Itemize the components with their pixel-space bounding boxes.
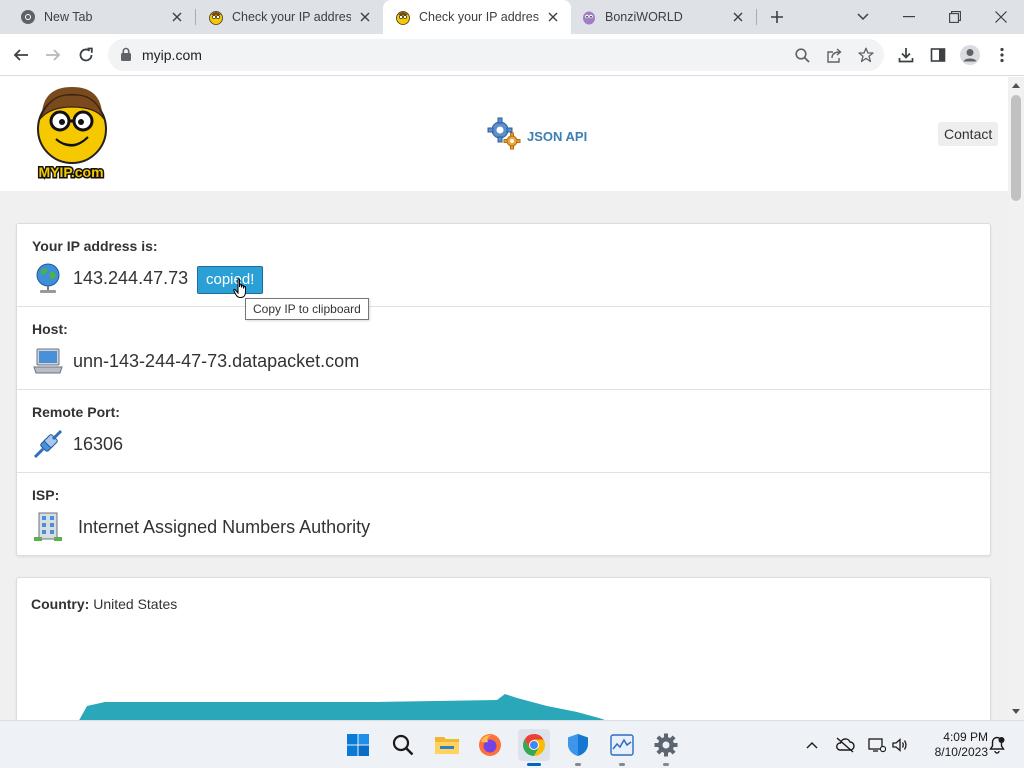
json-api-link[interactable]: JSON API: [487, 117, 587, 156]
page-scrollbar[interactable]: [1008, 77, 1024, 720]
tab-title: Check your IP address: [419, 10, 539, 24]
side-panel-button[interactable]: [922, 39, 954, 71]
ip-info-card: Your IP address is: 143.244.47.73 copied…: [16, 223, 991, 556]
hand-cursor-icon: [233, 278, 249, 305]
show-hidden-icons-chevron-icon[interactable]: [802, 735, 822, 755]
site-header: MYIP.com JSON API Contact: [0, 77, 1008, 191]
country-value: United States: [93, 596, 178, 612]
task-manager-icon[interactable]: [606, 729, 638, 766]
isp-row: ISP: Internet Assigned Numbers Authority: [17, 473, 990, 556]
search-icon[interactable]: [387, 729, 419, 761]
tab-strip: New Tab Check your IP address | Check yo…: [0, 0, 1024, 34]
tab-title: Check your IP address |: [232, 10, 351, 24]
tab-title: BonziWORLD: [605, 10, 683, 24]
country-card: Country: United States: [16, 577, 991, 720]
new-tab-button[interactable]: [757, 0, 797, 34]
share-icon[interactable]: [824, 45, 844, 65]
zoom-search-icon[interactable]: [792, 45, 812, 65]
host-label: Host:: [32, 321, 68, 337]
tab-new-tab[interactable]: New Tab: [0, 0, 195, 34]
running-app-indicator: [663, 763, 669, 766]
port-label: Remote Port:: [32, 404, 120, 420]
tab-check-ip-1[interactable]: Check your IP address |: [188, 0, 383, 34]
browser-toolbar: myip.com: [0, 34, 1024, 76]
ip-row: Your IP address is: 143.244.47.73 copied…: [17, 224, 990, 320]
forward-button[interactable]: [37, 39, 69, 71]
building-icon: [32, 511, 64, 543]
country-map: [77, 684, 617, 720]
file-explorer-icon[interactable]: [431, 729, 463, 761]
volume-icon[interactable]: [890, 735, 910, 755]
running-app-indicator: [619, 763, 625, 766]
notification-bell-icon[interactable]: [987, 735, 1007, 755]
chrome-icon: [20, 9, 36, 25]
network-icon[interactable]: [867, 735, 887, 755]
isp-value: Internet Assigned Numbers Authority: [78, 517, 371, 537]
page-viewport: MYIP.com JSON API Contact Your IP addres…: [0, 77, 1008, 720]
tab-title: New Tab: [44, 10, 93, 24]
close-window-button[interactable]: [978, 0, 1024, 34]
copy-tooltip: Copy IP to clipboard: [245, 298, 369, 320]
running-app-indicator: [575, 763, 581, 766]
start-icon[interactable]: [342, 729, 374, 761]
close-tab-icon[interactable]: [730, 9, 746, 25]
country-label: Country:: [31, 596, 90, 612]
menu-kebab-icon[interactable]: [986, 39, 1018, 71]
windows-security-icon[interactable]: [562, 729, 594, 766]
scroll-thumb[interactable]: [1011, 95, 1021, 201]
clock-time: 4:09 PM: [943, 730, 988, 744]
onedrive-offline-icon[interactable]: [835, 735, 855, 755]
clock-date: 8/10/2023: [934, 745, 988, 759]
host-row: Host: unn-143-244-47-73.datapacket.com: [17, 307, 990, 390]
lock-icon[interactable]: [120, 47, 132, 67]
active-app-indicator: [527, 763, 541, 766]
laptop-icon: [32, 345, 64, 377]
ip-value: 143.244.47.73: [73, 268, 189, 288]
country-line: Country: United States: [31, 596, 177, 612]
ip-label: Your IP address is:: [32, 238, 158, 254]
plug-icon: [32, 428, 64, 460]
address-bar[interactable]: myip.com: [108, 39, 884, 71]
settings-icon[interactable]: [650, 729, 682, 766]
port-row: Remote Port: 16306: [17, 390, 990, 473]
firefox-icon[interactable]: [474, 729, 506, 761]
close-tab-icon[interactable]: [357, 9, 373, 25]
contact-button[interactable]: Contact: [938, 122, 999, 146]
gear-icon: [487, 117, 521, 156]
close-tab-icon[interactable]: [169, 9, 185, 25]
port-value: 16306: [73, 434, 124, 454]
myip-icon: [208, 9, 224, 25]
copy-ip-button[interactable]: copied!: [197, 266, 264, 294]
url-text[interactable]: myip.com: [142, 47, 202, 63]
bonziworld-icon: [581, 9, 597, 25]
isp-label: ISP:: [32, 487, 60, 503]
windows-taskbar: 4:09 PM 8/10/2023: [0, 720, 1024, 768]
profile-avatar[interactable]: [954, 39, 986, 71]
globe-icon: [32, 262, 64, 294]
back-button[interactable]: [5, 39, 37, 71]
tab-bonziworld[interactable]: BonziWORLD: [571, 0, 756, 34]
system-clock[interactable]: 4:09 PM 8/10/2023: [918, 730, 988, 760]
minimize-button[interactable]: [886, 0, 932, 34]
scroll-down-arrow-icon[interactable]: [1008, 704, 1024, 720]
host-value: unn-143-244-47-73.datapacket.com: [73, 351, 360, 371]
myip-icon: [395, 9, 411, 25]
scroll-up-arrow-icon[interactable]: [1008, 77, 1024, 93]
myip-logo[interactable]: MYIP.com: [30, 83, 112, 183]
reload-button[interactable]: [70, 39, 102, 71]
downloads-button[interactable]: [890, 39, 922, 71]
chrome-taskbar-icon[interactable]: [518, 729, 550, 766]
tab-check-ip-active[interactable]: Check your IP address: [383, 0, 571, 34]
restore-button[interactable]: [932, 0, 978, 34]
json-api-label: JSON API: [527, 129, 588, 144]
tab-search-button[interactable]: [840, 0, 886, 34]
close-tab-icon[interactable]: [545, 9, 561, 25]
logo-text: MYIP.com: [38, 164, 103, 180]
bookmark-star-icon[interactable]: [856, 45, 876, 65]
